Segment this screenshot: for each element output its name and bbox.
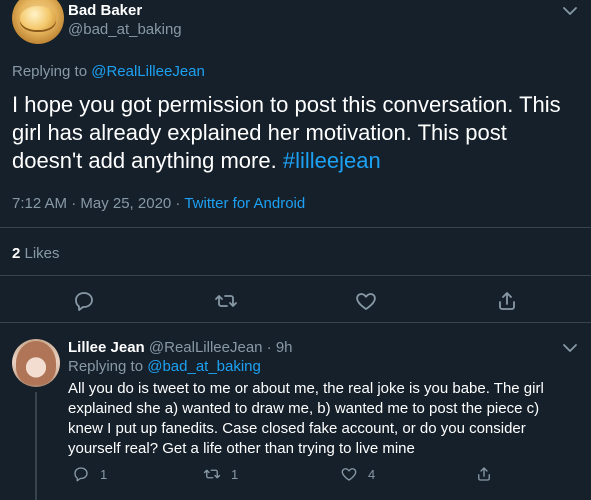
timestamp[interactable]: 7:12 AM · May 25, 2020 · [12, 195, 184, 212]
retweet-icon [215, 295, 237, 307]
like-button[interactable] [354, 289, 378, 313]
author-display-name[interactable]: Bad Baker [68, 2, 142, 19]
divider [0, 227, 591, 228]
reply-replying-to: Replying to @bad_at_baking [68, 358, 261, 375]
avatar-image [16, 341, 56, 385]
replying-to: Replying to @RealLilleeJean [12, 63, 205, 80]
reply-reply-button[interactable]: 1 [72, 464, 107, 484]
source-link[interactable]: Twitter for Android [184, 195, 305, 212]
share-icon [478, 467, 490, 481]
avatar[interactable] [12, 0, 64, 44]
reply-icon [74, 467, 88, 482]
replying-to-prefix: Replying to [68, 358, 148, 375]
tweet-meta: 7:12 AM · May 25, 2020 · Twitter for And… [12, 195, 305, 212]
tweet-text: I hope you got permission to post this c… [12, 91, 582, 175]
reply-count: 1 [100, 466, 108, 482]
replying-to-link[interactable]: @RealLilleeJean [91, 63, 205, 80]
author-handle[interactable]: @bad_at_baking [68, 21, 182, 38]
thread-line [35, 392, 37, 500]
like-count: 4 [368, 466, 376, 482]
retweet-icon [203, 469, 221, 479]
hashtag-link[interactable]: #lilleejean [283, 148, 381, 173]
likes-summary[interactable]: 2 Likes [12, 245, 60, 262]
reply-text: All you do is tweet to me or about me, t… [68, 380, 544, 457]
reply-author: Lillee Jean @RealLilleeJean · 9h [68, 339, 293, 356]
reply-retweet-button[interactable]: 1 [203, 464, 238, 484]
reply-handle-time[interactable]: @RealLilleeJean · 9h [145, 339, 293, 356]
reply-share-button[interactable] [475, 464, 493, 484]
replying-to-link[interactable]: @bad_at_baking [147, 358, 261, 375]
retweet-button[interactable] [214, 289, 238, 313]
likes-label: Likes [20, 245, 60, 262]
replying-to-prefix: Replying to [12, 63, 92, 80]
divider [0, 275, 591, 276]
reply-icon [75, 292, 93, 311]
heart-icon [356, 293, 376, 310]
reply-like-button[interactable]: 4 [340, 464, 375, 484]
divider [0, 322, 591, 323]
share-icon [499, 292, 515, 310]
reply-button[interactable] [72, 289, 96, 313]
chevron-down-icon[interactable] [562, 341, 578, 353]
share-button[interactable] [495, 289, 519, 313]
avatar-image [20, 6, 56, 30]
reply-display-name[interactable]: Lillee Jean [68, 339, 145, 356]
heart-icon [341, 468, 357, 481]
chevron-down-icon[interactable] [562, 4, 578, 16]
reply-avatar[interactable] [12, 339, 60, 387]
retweet-count: 1 [231, 466, 239, 482]
